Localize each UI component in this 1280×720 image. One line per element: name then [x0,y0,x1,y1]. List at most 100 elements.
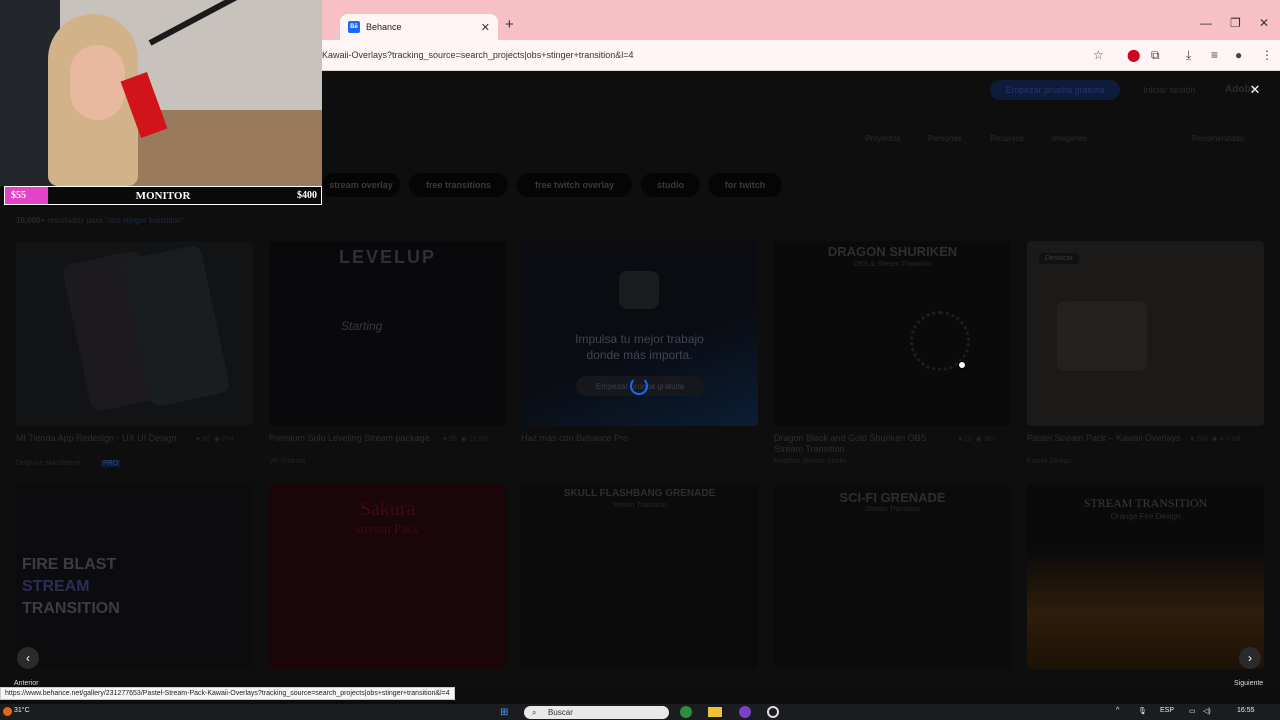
download-icon[interactable]: ⤓ [1186,48,1191,63]
project-card[interactable]: SCI-FI GRENADE Stream Transition [774,484,1011,669]
card-owner[interactable]: Delphine Mandelbrot [16,460,81,467]
results-count: 10,000+ [16,216,46,225]
results-summary: 10,000+ resultados para "obs stinger tra… [16,216,184,225]
link-status-bar: https://www.behance.net/gallery/23127765… [0,687,455,700]
gameboy-overlay-image [1057,301,1147,371]
card-owner[interactable]: VR Sharma [269,458,305,465]
card-art-subtitle: Stream Transition [865,506,920,513]
profile-avatar-icon[interactable]: ● [1235,48,1242,62]
obs-taskbar-icon[interactable] [767,706,779,718]
windows-taskbar: 31°C ⊞ ⌕ Buscar ^ 🎙 ESP ▭ ◁) 16:55 [0,704,1280,720]
weather-temp[interactable]: 31°C [14,707,30,714]
project-card[interactable]: FIRE BLAST STREAM TRANSITION [16,484,253,669]
card-art-title: SCI-FI GRENADE [839,490,946,505]
chip-free-twitch-overlay[interactable]: free twitch overlay [517,173,632,197]
screen: Bē Behance ✕ + — ❐ ✕ Kawaii-Overlays?tra… [0,0,1280,720]
card-art-title: LEVELUP [338,247,436,267]
loading-spinner-icon [630,377,648,395]
pro-badge: PRO [101,460,121,467]
card-art-subtitle: stream Pack [355,521,420,536]
opera-extension-icon[interactable]: ⬤ [1127,48,1140,62]
featured-badge: Destacar [1039,253,1080,264]
chip-studio[interactable]: studio [641,173,700,197]
donation-goal-amount: $400 [297,190,317,201]
card-title[interactable]: Pastel Stream Pack – Kawaii Overlays [1027,433,1207,444]
tray-chevron-icon[interactable]: ^ [1116,707,1119,714]
card-title[interactable]: Premium Solo Leveling Stream package [269,433,449,444]
behance-favicon-icon: Bē [348,21,360,33]
card-art-title: SKULL FLASHBANG GRENADE [563,488,716,499]
card-art-title: DRAGON SHURIKEN [827,244,958,259]
card-art-title: Sakura [359,498,416,520]
menu-kebab-icon[interactable]: ⋮ [1261,48,1273,62]
reading-list-icon[interactable]: ≡ [1211,48,1218,62]
file-explorer-icon[interactable] [708,707,722,717]
taskbar-search[interactable]: ⌕ Buscar [524,706,669,719]
project-card[interactable]: STREAM TRANSITION Orange Fire Design [1027,484,1264,669]
project-card[interactable]: Destacar [1027,241,1264,426]
tab-people[interactable]: Personas [928,134,962,143]
card-art-subtitle: Stream Transition [612,502,667,509]
tab-images[interactable]: Imágenes [1052,134,1087,143]
card-art-title: FIRE BLAST [22,556,117,573]
bookmark-star-icon[interactable]: ☆ [1093,48,1104,62]
clock-time[interactable]: 16:55 [1237,707,1255,714]
project-card[interactable]: Sakura stream Pack [269,484,506,669]
card-art-title: STREAM TRANSITION [1083,496,1208,510]
chip-free-transitions[interactable]: free transitions [409,173,508,197]
face-image [70,45,125,120]
next-project-button[interactable]: › [1239,647,1261,669]
tab-projects[interactable]: Proyectos [865,134,901,143]
donation-goal-bar: MONITOR $55 $400 [4,186,322,205]
project-card[interactable]: SKULL FLASHBANG GRENADE Stream Transitio… [521,484,758,669]
card-art-subtitle: Orange Fire Design [1110,512,1181,521]
start-trial-button[interactable]: Empezar prueba gratuita [990,80,1120,100]
tab-title: Behance [366,22,402,32]
window-close-icon[interactable]: ✕ [1259,16,1269,30]
mouse-cursor-icon [958,361,966,369]
project-card[interactable] [16,241,253,426]
webcam-overlay [0,0,322,186]
card-title[interactable]: Haz más con Behance Pro [521,433,701,444]
card-stats: ♥ 284 ◉ 4.7 mil [1190,436,1241,443]
modal-close-button[interactable]: ✕ [1245,80,1265,100]
promo-line-2: donde más importa. [586,348,693,362]
tab-assets[interactable]: Recursos [990,134,1024,143]
behance-pro-promo-card[interactable]: Impulsa tu mejor trabajo donde más impor… [521,241,758,426]
results-query: "obs stinger transition" [104,216,185,225]
extensions-icon[interactable]: ⧉ [1151,48,1160,63]
chip-for-twitch[interactable]: for twitch [708,173,782,197]
project-card[interactable]: DRAGON SHURIKEN OBS & Stream Transition [774,241,1011,426]
search-icon: ⌕ [532,708,537,717]
language-indicator[interactable]: ESP [1160,707,1174,714]
address-bar[interactable]: Kawaii-Overlays?tracking_source=search_p… [322,50,634,60]
search-placeholder: Buscar [548,708,573,717]
card-art-title-3: TRANSITION [22,600,120,617]
card-title[interactable]: Dragon Black and Gold Shuriken OBS Strea… [774,433,954,455]
card-title[interactable]: MI Tienda App Redesign - UX UI Design [16,433,196,444]
previous-project-button[interactable]: ‹ [17,647,39,669]
results-text: resultados para [47,216,103,225]
volume-icon[interactable]: ◁) [1203,707,1211,715]
restore-icon[interactable]: ❐ [1230,16,1241,30]
sort-dropdown[interactable]: Recomendado [1192,134,1244,143]
donation-goal-label: MONITOR [135,190,191,202]
minimize-icon[interactable]: — [1200,16,1212,30]
chip-stream-overlay[interactable]: stream overlay [322,173,400,197]
new-tab-icon[interactable]: + [505,16,514,33]
tab-close-icon[interactable]: ✕ [481,21,490,34]
card-stats: ♥ 55 ◉ 12 mil [443,436,488,443]
discord-taskbar-icon[interactable] [739,706,751,718]
project-card[interactable]: LEVELUP Starting [269,241,506,426]
network-icon[interactable]: ▭ [1189,707,1196,715]
chrome-taskbar-icon[interactable] [680,706,692,718]
microphone-icon[interactable]: 🎙 [1138,707,1147,715]
weather-icon[interactable] [3,707,12,716]
browser-tab[interactable]: Bē Behance ✕ [340,14,498,40]
donation-current-amount: $55 [11,190,26,201]
card-owner[interactable]: Reaffirm Stream Studio [774,458,847,465]
previous-label: Anterior [14,680,39,687]
card-owner[interactable]: Kawaii Design [1027,458,1071,465]
login-link[interactable]: Iniciar sesión [1143,85,1196,95]
windows-start-icon[interactable]: ⊞ [500,707,508,718]
